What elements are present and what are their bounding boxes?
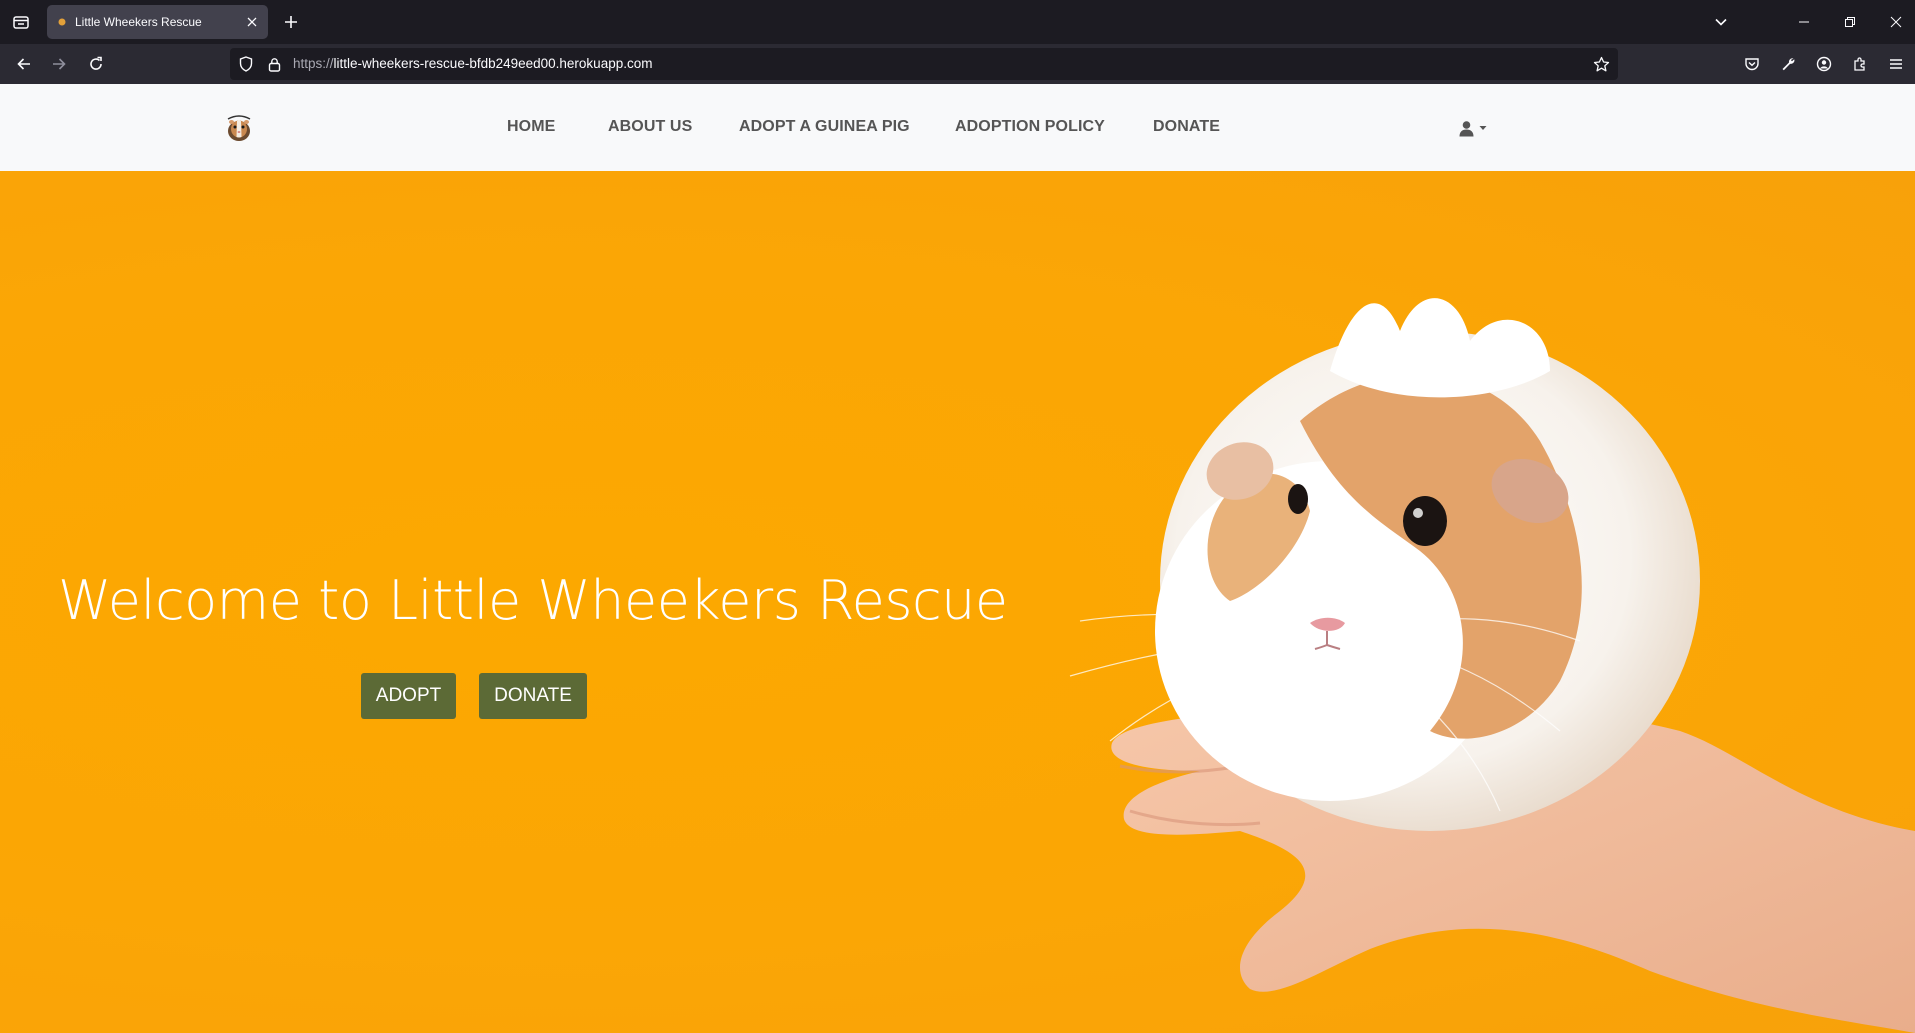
hamburger-menu-icon — [1890, 59, 1902, 69]
puzzle-icon — [1854, 57, 1865, 71]
url-text[interactable]: https://little-wheekers-rescue-bfdb249ee… — [293, 56, 652, 71]
wrench-icon — [1782, 58, 1795, 71]
browser-tab-active[interactable]: Little Wheekers Rescue — [47, 5, 268, 39]
close-icon — [1890, 16, 1902, 28]
pocket-button[interactable] — [1740, 52, 1764, 76]
pocket-icon — [1745, 58, 1759, 71]
hero-section: Welcome to Little Wheekers Rescue ADOPT … — [0, 171, 1915, 1033]
list-all-tabs-button[interactable] — [1709, 10, 1733, 34]
reload-button[interactable] — [84, 52, 108, 76]
browser-toolbar: https://little-wheekers-rescue-bfdb249ee… — [0, 44, 1915, 84]
close-window-button[interactable] — [1884, 10, 1908, 34]
adopt-button[interactable]: ADOPT — [361, 673, 456, 719]
url-bar[interactable]: https://little-wheekers-rescue-bfdb249ee… — [230, 48, 1618, 80]
tab-list-icon — [13, 16, 29, 29]
website-viewport: HOME ABOUT US ADOPT A GUINEA PIG ADOPTIO… — [0, 84, 1915, 1033]
account-button[interactable] — [1812, 52, 1836, 76]
arrow-right-icon — [53, 58, 66, 70]
minimize-icon — [1799, 21, 1809, 23]
plus-icon — [285, 16, 297, 28]
new-tab-button[interactable] — [279, 10, 303, 34]
nav-donate[interactable]: DONATE — [1153, 118, 1220, 136]
extensions-button[interactable] — [1848, 52, 1872, 76]
reload-icon — [90, 56, 102, 70]
user-icon — [1459, 120, 1474, 136]
url-scheme: https:// — [293, 56, 334, 71]
site-navbar: HOME ABOUT US ADOPT A GUINEA PIG ADOPTIO… — [0, 84, 1915, 171]
tab-list-button[interactable] — [8, 9, 34, 35]
bookmark-star-icon[interactable] — [1592, 55, 1610, 73]
back-button[interactable] — [12, 52, 36, 76]
browser-tab-strip: Little Wheekers Rescue — [0, 0, 1915, 44]
close-tab-icon[interactable] — [244, 14, 260, 30]
donate-button[interactable]: DONATE — [479, 673, 587, 719]
restore-icon — [1845, 17, 1855, 27]
hero-title: Welcome to Little Wheekers Rescue — [58, 569, 1008, 632]
forward-button[interactable] — [47, 52, 71, 76]
logo-guinea-pig-icon[interactable] — [224, 113, 254, 143]
favicon-icon — [57, 17, 67, 27]
nav-adoption-policy[interactable]: ADOPTION POLICY — [955, 118, 1105, 136]
restore-button[interactable] — [1838, 10, 1862, 34]
nav-home[interactable]: HOME — [507, 118, 555, 136]
url-host: little-wheekers-rescue-bfdb249eed00.hero… — [333, 56, 653, 71]
account-dropdown[interactable] — [1458, 118, 1492, 138]
menu-button[interactable] — [1884, 52, 1908, 76]
caret-down-icon — [1479, 126, 1487, 130]
account-circle-icon — [1816, 56, 1832, 72]
dev-tools-button[interactable] — [1776, 52, 1800, 76]
minimize-button[interactable] — [1792, 10, 1816, 34]
nav-adopt-a-guinea-pig[interactable]: ADOPT A GUINEA PIG — [739, 118, 910, 136]
tracking-protection-icon[interactable] — [238, 56, 254, 72]
tab-title: Little Wheekers Rescue — [75, 15, 202, 29]
lock-icon[interactable] — [266, 56, 282, 72]
nav-about-us[interactable]: ABOUT US — [608, 118, 692, 136]
chevron-down-icon — [1715, 18, 1727, 26]
arrow-left-icon — [17, 58, 30, 70]
